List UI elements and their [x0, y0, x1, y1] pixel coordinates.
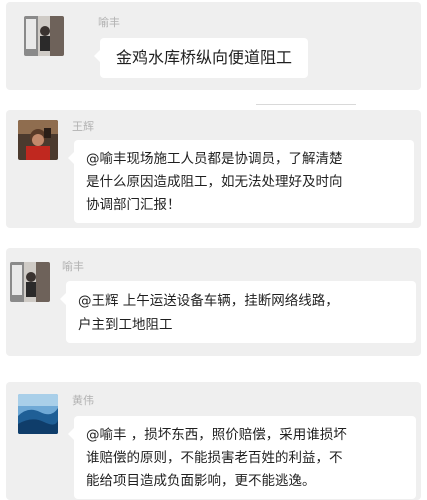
- message-bubble[interactable]: @喻丰 ，损坏东西，照价赔偿，采用谁损坏 谁赔偿的原则，不能损害老百姓的利益，不…: [68, 416, 416, 499]
- photo-avatar-yufeng: [10, 262, 50, 302]
- sender-name: 王辉: [72, 120, 94, 133]
- photo-avatar-wanghui: [18, 120, 58, 160]
- chat-message-card: 黄伟 @喻丰 ，损坏东西，照价赔偿，采用谁损坏 谁赔偿的原则，不能损害老百姓的利…: [6, 382, 421, 500]
- sender-name: 喻丰: [98, 16, 120, 29]
- chat-screenshot: 喻丰 金鸡水库桥纵向便道阻工 王辉 @喻丰现场施工人员都是协调员，了解清楚 是什…: [0, 0, 427, 500]
- avatar[interactable]: [18, 394, 58, 434]
- avatar[interactable]: [10, 262, 50, 302]
- chat-message-card: 王辉 @喻丰现场施工人员都是协调员，了解清楚 是什么原因造成阻工，如无法处理好及…: [6, 110, 421, 228]
- photo-avatar-yufeng: [24, 16, 64, 56]
- message-bubble[interactable]: 金鸡水库桥纵向便道阻工: [93, 38, 309, 78]
- avatar[interactable]: [24, 16, 64, 56]
- photo-avatar-huangwei: [18, 394, 58, 434]
- message-bubble[interactable]: @喻丰现场施工人员都是协调员，了解清楚 是什么原因造成阻工，如无法处理好及时向 …: [68, 140, 414, 223]
- message-bubble[interactable]: @王辉 上午运送设备车辆，挂断网络线路， 户主到工地阻工: [60, 281, 416, 343]
- sender-name: 喻丰: [62, 260, 84, 273]
- chat-message-card: 喻丰 金鸡水库桥纵向便道阻工: [6, 2, 421, 90]
- sender-name: 黄伟: [72, 394, 94, 407]
- avatar[interactable]: [18, 120, 58, 160]
- divider: [256, 104, 356, 105]
- chat-message-card: 喻丰 @王辉 上午运送设备车辆，挂断网络线路， 户主到工地阻工: [6, 248, 421, 356]
